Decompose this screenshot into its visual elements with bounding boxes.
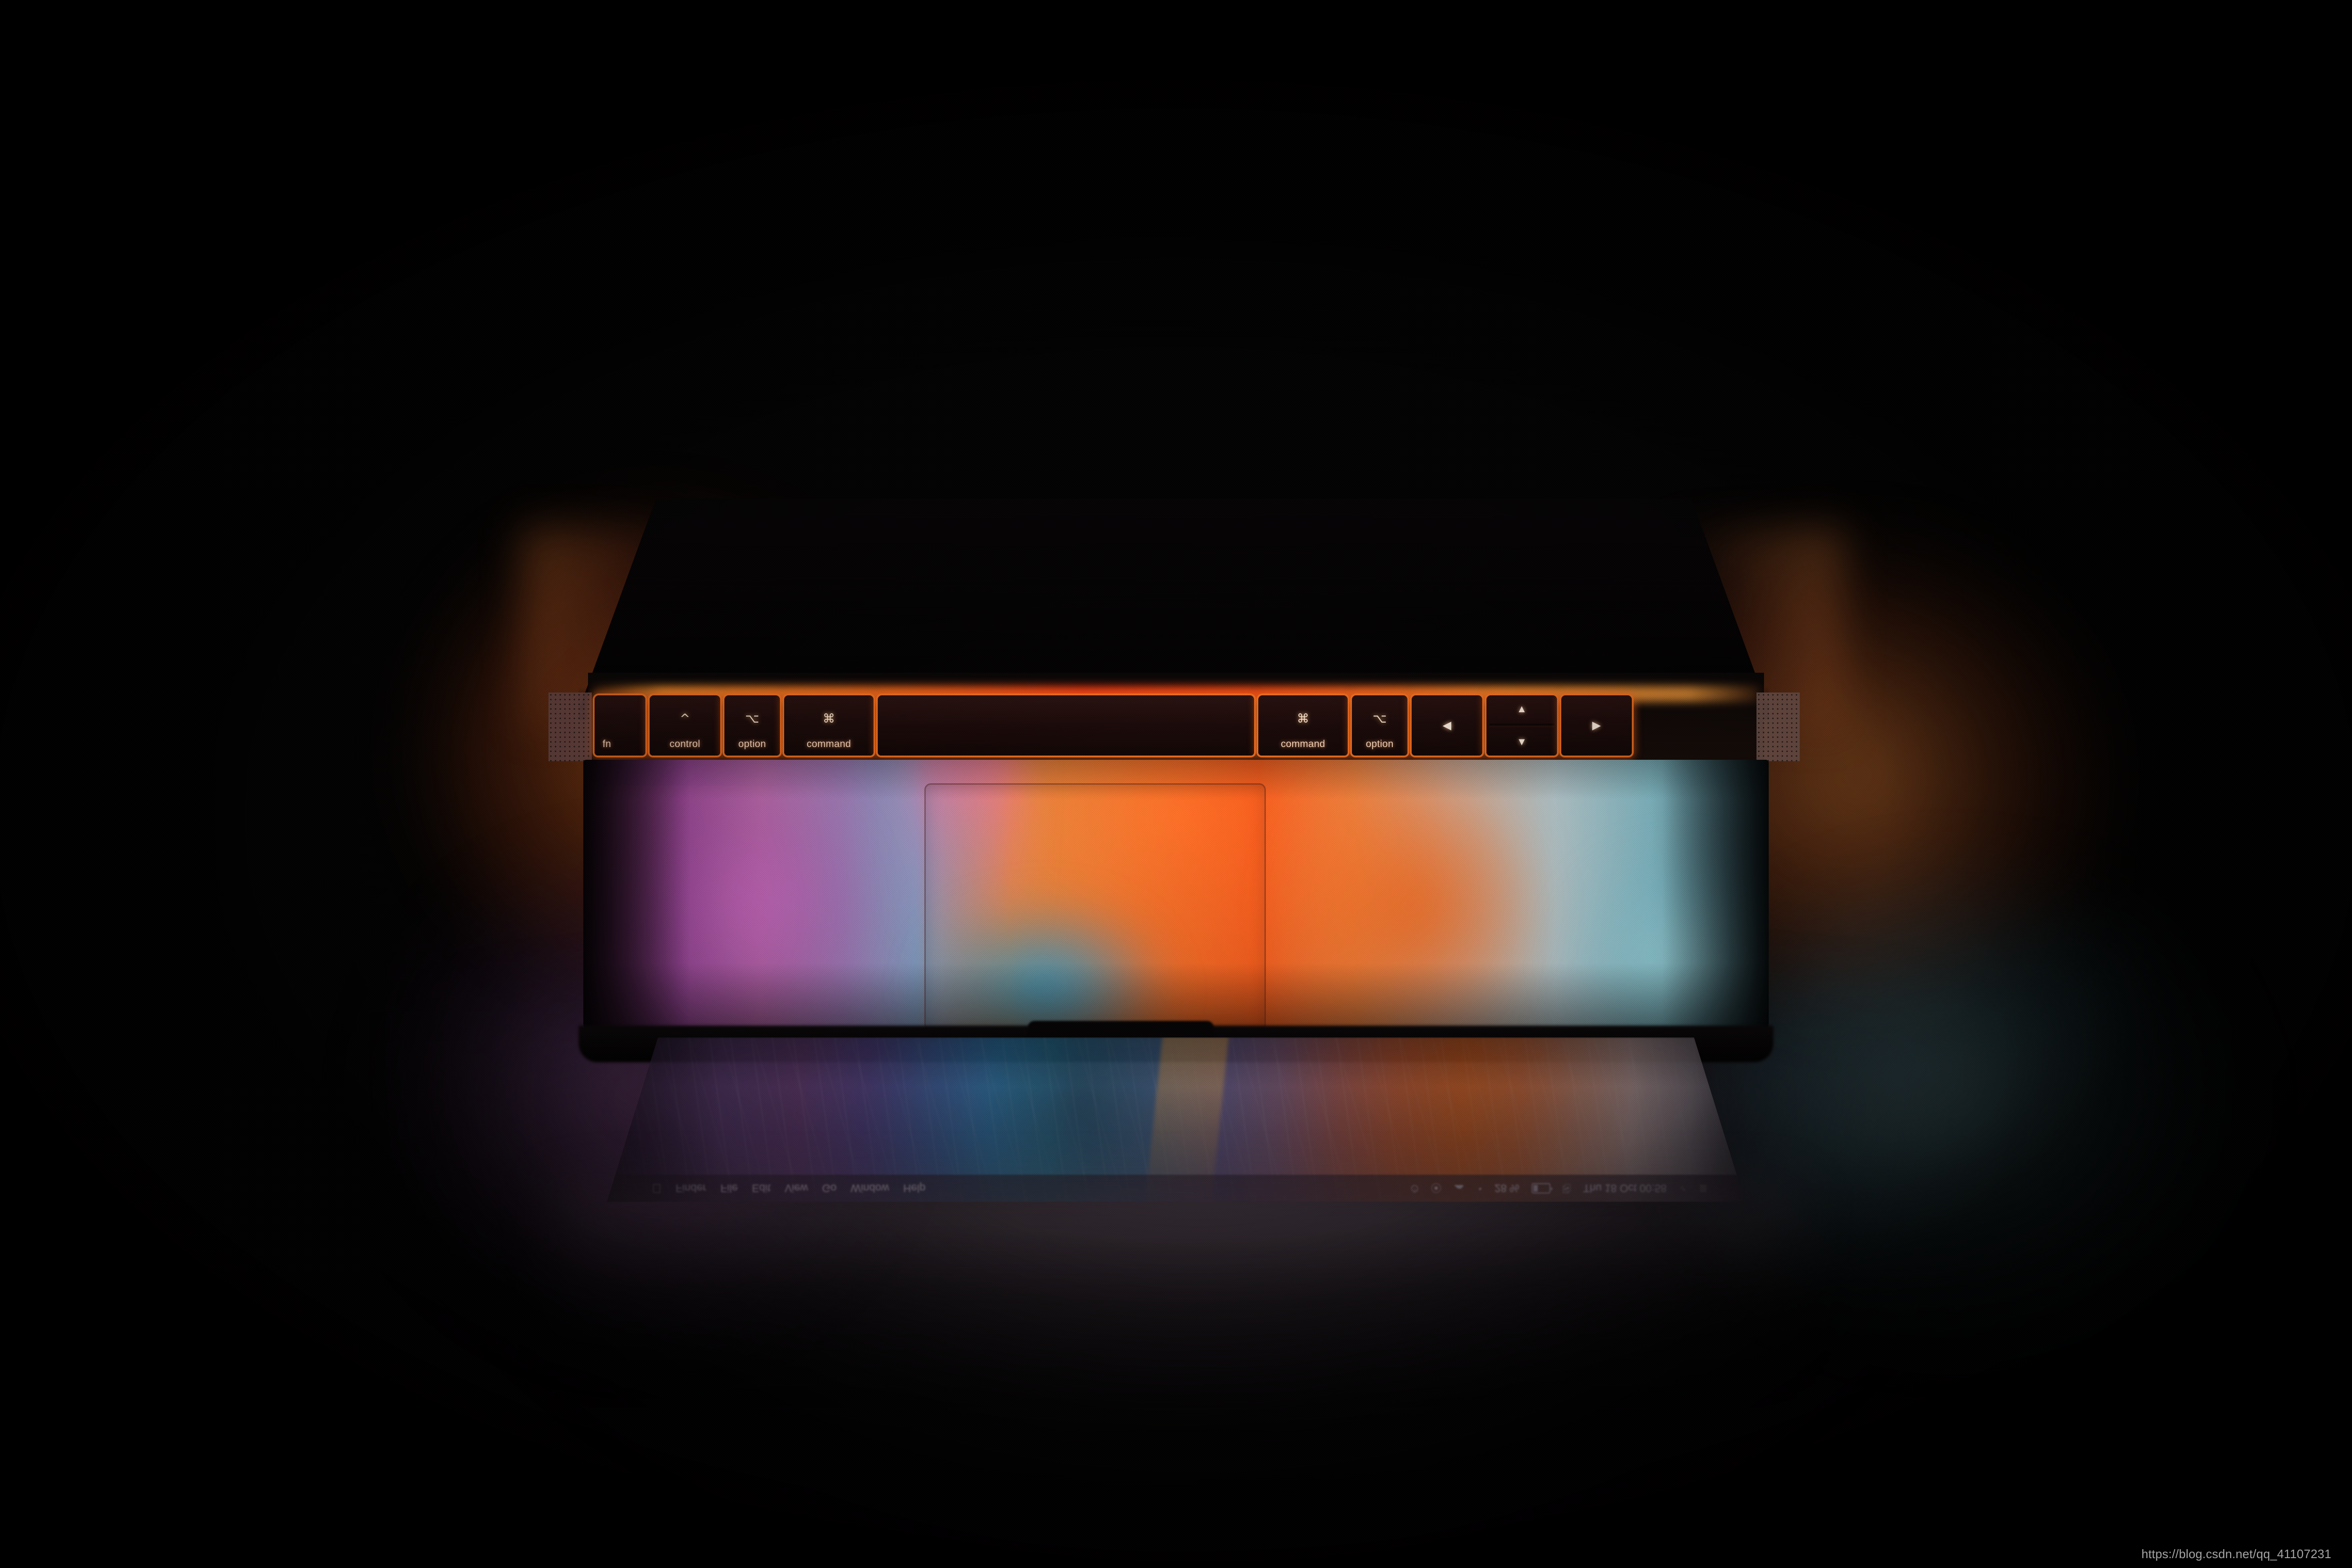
key-command-right[interactable]: ⌘ command [1258,695,1348,756]
speaker-grille-left [548,692,592,761]
key-option-right[interactable]: ⌥ option [1352,695,1407,756]
key-command-left-label: command [806,739,851,749]
key-control-symbol: ^ [680,712,690,726]
speaker-grille-right [1756,692,1800,761]
key-option-left[interactable]: ⌥ option [724,695,780,756]
keyboard-bottom-row: fn ^ control ⌥ option ⌘ command ⌘ comman… [595,695,1758,756]
trackpad[interactable] [924,783,1266,1031]
photo-stage: fn ^ control ⌥ option ⌘ command ⌘ comman… [0,0,2352,1568]
key-arrow-right[interactable]: ▶ [1561,695,1632,756]
key-arrow-left[interactable]: ◀ [1412,695,1482,756]
key-option-right-label: option [1366,739,1394,749]
key-option-left-label: option [738,739,766,749]
table-light-spill [555,1190,1797,1388]
key-command-right-label: command [1280,739,1326,749]
reflection-fade [607,1037,1745,1202]
arrow-key-divider [1489,724,1554,727]
key-fn-label: fn [603,739,612,749]
key-command-right-symbol: ⌘ [1297,712,1309,726]
desktop-reflection:  Finder File Edit View Go Window Help ⏱… [607,1037,1745,1202]
key-spacebar[interactable] [878,695,1254,756]
key-arrow-up-down[interactable]: ▲ ▼ [1486,695,1557,756]
key-command-left-symbol: ⌘ [823,712,835,726]
key-fn[interactable]: fn [595,695,645,756]
key-control[interactable]: ^ control [650,695,720,756]
key-command-left[interactable]: ⌘ command [784,695,874,756]
arrow-left-icon: ◀ [1442,719,1452,732]
macbook-pro: fn ^ control ⌥ option ⌘ command ⌘ comman… [508,499,1844,1063]
arrow-up-icon: ▲ [1517,703,1527,715]
watermark: https://blog.csdn.net/qq_41107231 [2141,1547,2331,1561]
lid-open-notch [1028,1021,1214,1039]
key-option-right-symbol: ⌥ [1373,712,1387,726]
arrow-right-icon: ▶ [1592,719,1601,732]
arrow-down-icon: ▼ [1517,736,1527,748]
key-control-label: control [669,739,700,749]
key-option-left-symbol: ⌥ [745,712,759,726]
